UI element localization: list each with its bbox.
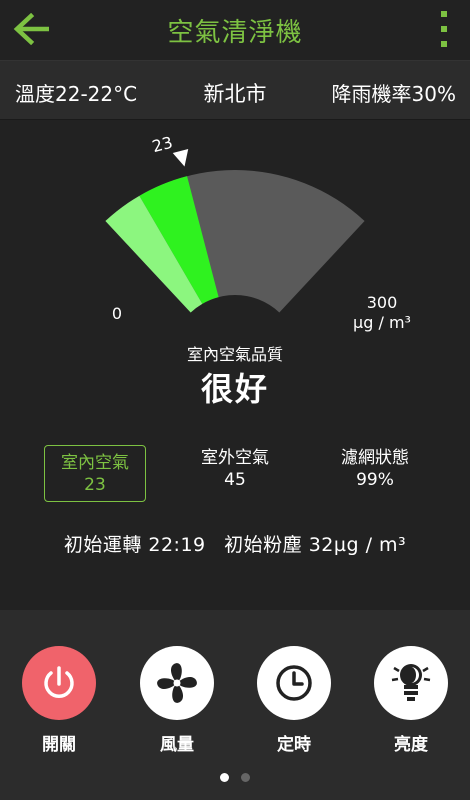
rain-chance: 降雨機率30% [331,82,456,106]
page-indicator [0,773,470,782]
outdoor-air-stat[interactable]: 室外空氣 45 [170,446,300,490]
gauge-max-label: 300 [367,293,398,312]
more-vertical-icon [441,11,447,17]
more-dot [441,41,447,47]
gauge-value-label: 23 [150,133,174,157]
control-panel: 開關 風量 定時 亮度 [0,610,470,800]
timer-circle[interactable] [257,646,331,720]
power-label: 開關 [42,735,76,755]
fan-speed-label: 風量 [160,735,194,755]
filter-status-stat[interactable]: 濾網狀態 99% [310,446,440,490]
gauge-unit-label: µg / m³ [353,313,411,332]
indoor-air-label: 室內空氣 [61,453,129,473]
indoor-air-value: 23 [84,475,106,495]
weather-bar: 溫度22-22°C 新北市 降雨機率30% [0,60,470,120]
indoor-air-stat[interactable]: 室內空氣 23 [44,445,146,502]
air-quality-status: 很好 [200,370,269,408]
filter-status-label: 濾網狀態 [341,448,409,468]
outdoor-air-value: 45 [224,470,246,490]
brightness-circle[interactable] [374,646,448,720]
page-dot-inactive[interactable] [241,773,250,782]
gauge-svg: 23 0 300 µg / m³ [105,133,411,332]
start-time: 初始運轉 22:19 [63,534,206,556]
page-dot-active[interactable] [220,773,229,782]
gauge-min-label: 0 [112,304,122,323]
more-dot [441,26,447,32]
power-button[interactable]: 開關 [14,646,104,755]
power-circle[interactable] [22,646,96,720]
app-header: 空氣清淨機 [0,0,470,58]
fan-icon [157,663,197,703]
run-info: 初始運轉 22:19 初始粉塵 32µg / m³ [0,530,470,557]
power-icon [44,666,74,698]
clock-icon [276,665,312,701]
timer-label: 定時 [277,735,311,755]
gauge-pointer-icon [172,148,189,167]
initial-dust: 初始粉塵 32µg / m³ [224,534,407,556]
air-quality-label: 室內空氣品質 [186,345,283,364]
bulb-icon [391,664,431,701]
brightness-label: 亮度 [394,735,428,755]
fan-speed-button[interactable]: 風量 [132,646,222,755]
page-title: 空氣清淨機 [167,18,303,48]
more-options-button[interactable] [436,11,452,47]
air-quality-gauge: 23 0 300 µg / m³ [0,130,470,340]
outdoor-air-label: 室外空氣 [201,448,269,468]
fan-circle[interactable] [140,646,214,720]
brightness-button[interactable]: 亮度 [366,646,456,755]
filter-status-value: 99% [356,470,394,490]
timer-button[interactable]: 定時 [249,646,339,755]
